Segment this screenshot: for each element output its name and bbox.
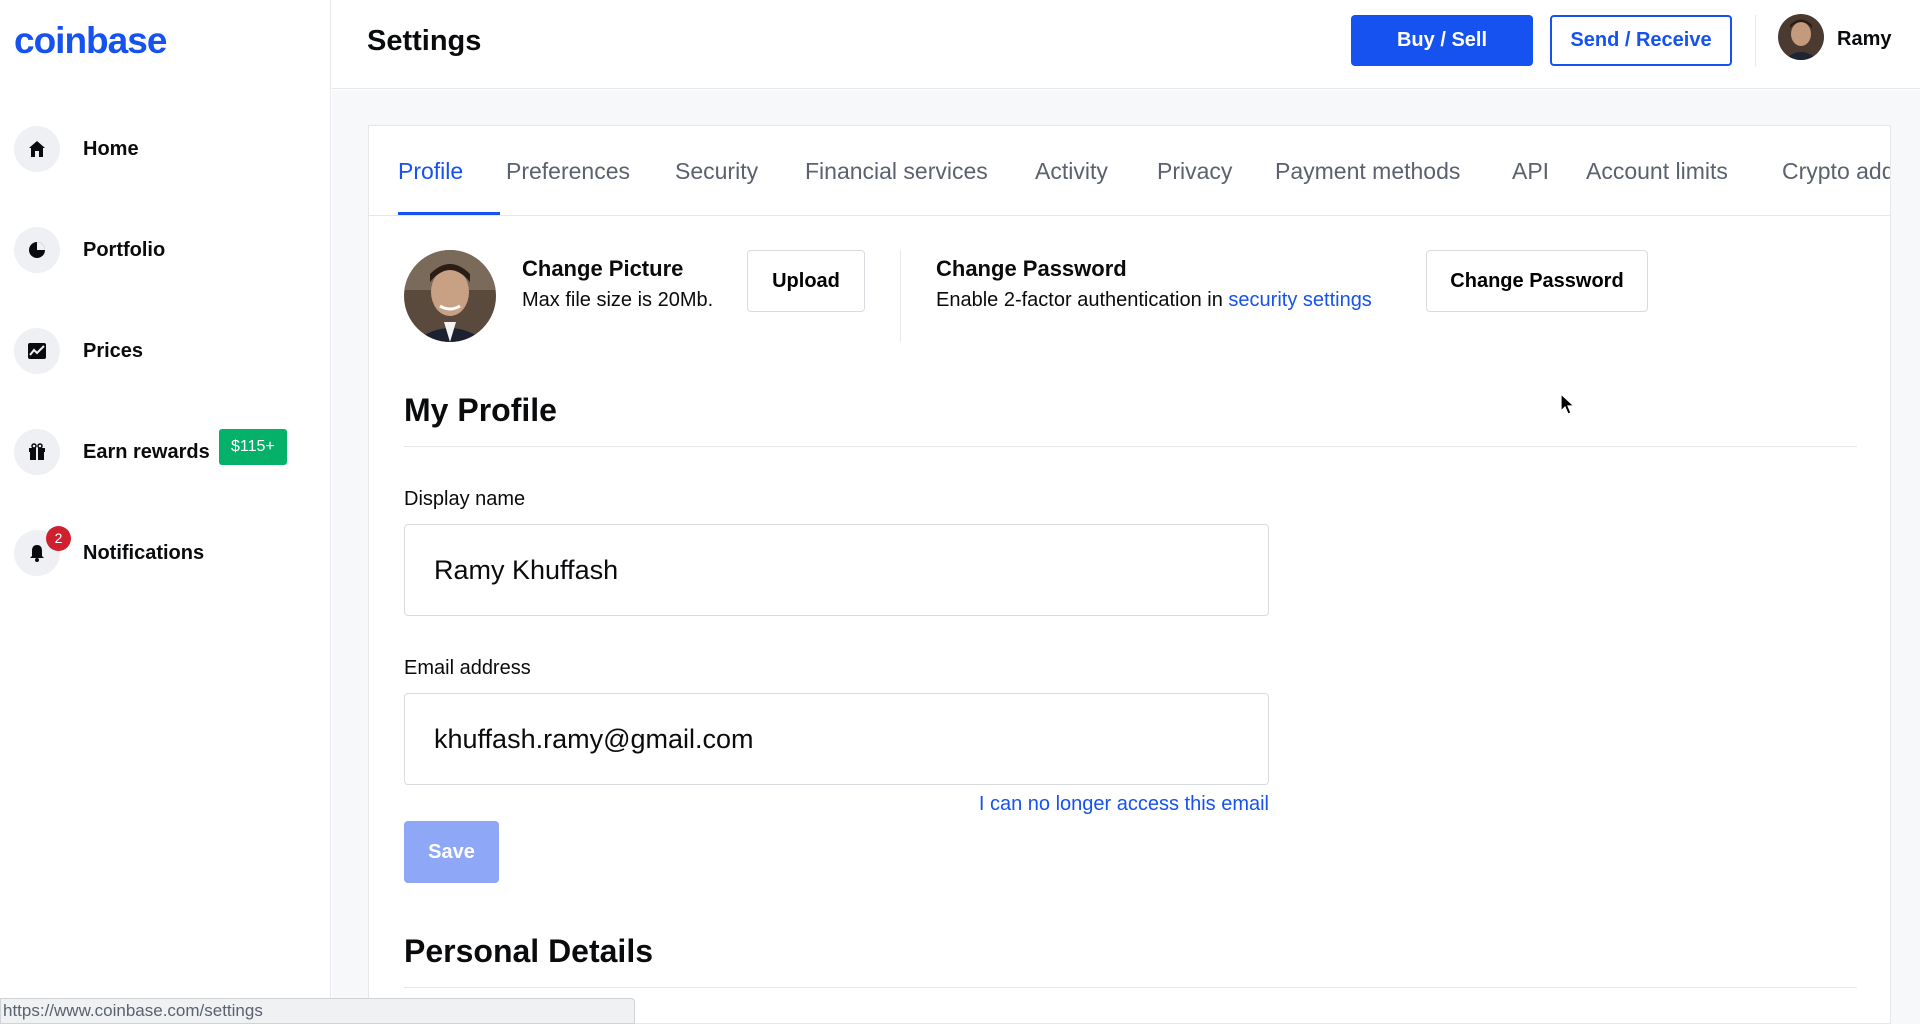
settings-card: Profile Preferences Security Financial s… [368, 125, 1891, 1024]
change-picture-title: Change Picture [522, 256, 684, 281]
tab-preferences[interactable]: Preferences [506, 158, 630, 185]
top-header: Settings Buy / Sell Send / Receive Ramy [332, 0, 1920, 89]
sidebar: coinbase Home Portfolio Prices Earn rewa… [0, 0, 331, 1024]
upload-button[interactable]: Upload [747, 250, 865, 312]
security-settings-link[interactable]: security settings [1228, 289, 1371, 311]
divider [404, 446, 1857, 447]
home-icon [14, 126, 60, 172]
password-subtitle-text: Enable 2-factor authentication in [936, 289, 1229, 311]
email-label: Email address [404, 657, 531, 679]
display-name-input[interactable] [404, 524, 1269, 616]
tab-privacy[interactable]: Privacy [1157, 158, 1232, 185]
pie-chart-icon [14, 227, 60, 273]
header-divider [1755, 15, 1756, 66]
chart-icon [14, 328, 60, 374]
my-profile-heading: My Profile [404, 392, 557, 428]
sidebar-item-notifications[interactable]: 2 Notifications [0, 526, 331, 631]
browser-status-bar: https://www.coinbase.com/settings [0, 998, 635, 1024]
user-name[interactable]: Ramy [1837, 28, 1891, 51]
sidebar-item-label: Portfolio [83, 239, 166, 261]
display-name-label: Display name [404, 488, 526, 510]
sidebar-item-label: Home [83, 138, 139, 160]
profile-picture [404, 250, 496, 342]
tab-api[interactable]: API [1512, 158, 1549, 185]
gift-icon [14, 429, 60, 475]
notification-count-badge: 2 [46, 526, 71, 551]
lost-email-link[interactable]: I can no longer access this email [959, 793, 1269, 816]
tab-payment-methods[interactable]: Payment methods [1275, 158, 1460, 185]
sidebar-item-label: Earn rewards [83, 441, 210, 463]
change-picture-subtitle: Max file size is 20Mb. [522, 289, 714, 311]
sidebar-item-label: Notifications [83, 542, 205, 564]
sidebar-item-earn-rewards[interactable]: Earn rewards $115+ [0, 429, 331, 530]
change-password-title: Change Password [936, 256, 1127, 281]
settings-tabs: Profile Preferences Security Financial s… [369, 126, 1890, 216]
email-input[interactable] [404, 693, 1269, 785]
sidebar-item-home[interactable]: Home [0, 126, 331, 227]
active-tab-indicator [398, 212, 500, 215]
sidebar-item-prices[interactable]: Prices [0, 328, 331, 429]
tab-activity[interactable]: Activity [1035, 158, 1108, 185]
send-receive-button[interactable]: Send / Receive [1550, 15, 1732, 66]
section-divider [900, 250, 901, 342]
sidebar-item-portfolio[interactable]: Portfolio [0, 227, 331, 328]
coinbase-logo[interactable]: coinbase [14, 20, 167, 62]
save-button[interactable]: Save [404, 821, 499, 883]
tab-crypto-addresses[interactable]: Crypto addre [1782, 158, 1890, 185]
rewards-badge: $115+ [219, 429, 287, 465]
avatar[interactable] [1778, 14, 1824, 60]
tab-account-limits[interactable]: Account limits [1586, 158, 1728, 185]
tab-profile[interactable]: Profile [398, 158, 463, 185]
personal-details-heading: Personal Details [404, 933, 653, 969]
tab-security[interactable]: Security [675, 158, 758, 185]
page-title: Settings [367, 25, 482, 57]
change-password-button[interactable]: Change Password [1426, 250, 1648, 312]
buy-sell-button[interactable]: Buy / Sell [1351, 15, 1533, 66]
divider [404, 987, 1857, 988]
mouse-cursor-icon [1560, 392, 1576, 422]
change-password-subtitle: Enable 2-factor authentication in securi… [936, 289, 1372, 312]
sidebar-item-label: Prices [83, 340, 144, 362]
tab-financial-services[interactable]: Financial services [805, 158, 988, 185]
sidebar-nav: Home Portfolio Prices Earn rewards $115+ [0, 126, 331, 631]
